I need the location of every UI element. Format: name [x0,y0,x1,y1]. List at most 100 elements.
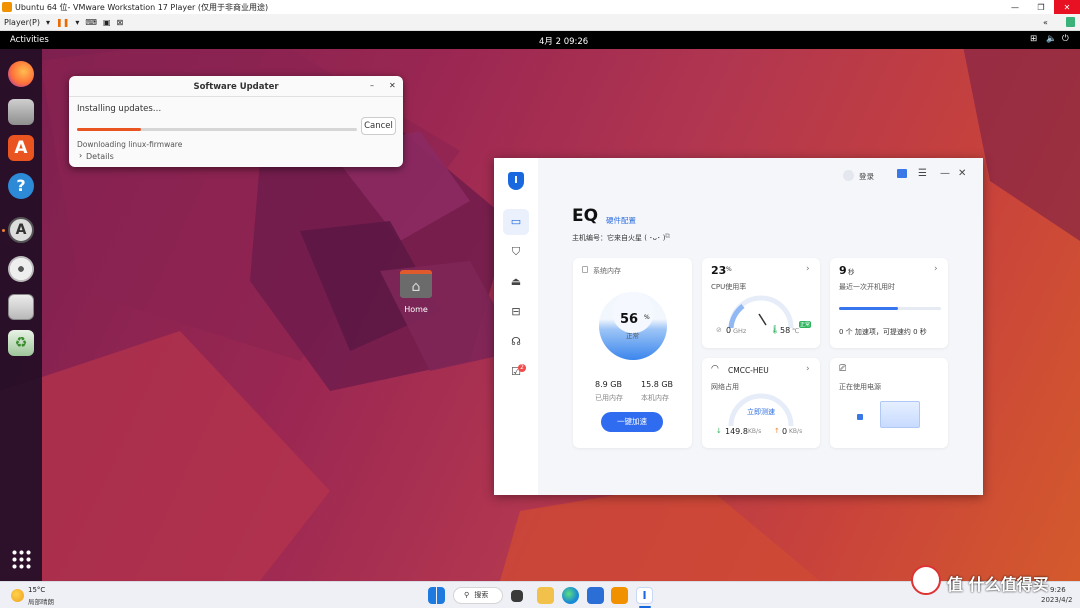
close-icon[interactable]: ✕ [389,81,396,90]
minimize-icon[interactable]: – [370,81,374,90]
power-icon[interactable]: ⏻ [1062,34,1069,44]
cpu-temp: 58 [780,326,791,335]
status-text: Installing updates… [77,104,162,114]
software-updater-icon[interactable]: A [8,217,34,243]
menu-icon[interactable]: ☰ [918,168,927,179]
minimize-button[interactable]: — [1002,0,1028,14]
temp-status-badge: 正常 [799,321,812,328]
nav-headset-icon[interactable]: ☊ [503,330,529,354]
nav-tasks-icon[interactable]: ☑ [503,360,529,384]
weather-icon[interactable] [11,589,24,602]
cancel-button[interactable]: Cancel [361,117,396,135]
login-link[interactable]: 登录 [859,171,874,182]
fit-guest-icon[interactable]: ▣ [103,18,111,27]
cpu-ghz-unit: GHz [733,327,747,335]
home-folder-icon[interactable]: ⌂ [400,270,432,298]
nav-monitor-icon[interactable]: ▭ [503,209,529,235]
disk-icon[interactable] [8,294,34,320]
library-icon[interactable] [1066,17,1075,27]
hardware-config-link[interactable]: 硬件配置 [606,215,636,226]
power-label: 正在使用电源 [839,383,881,391]
network-label: 网络占用 [711,383,739,391]
memory-icon [582,266,588,273]
memory-gauge: 56 % 正常 [599,292,667,360]
weather-temp[interactable]: 15°C [28,586,45,594]
send-ctrl-alt-del-icon[interactable]: ⌨ [85,18,97,27]
memory-label: 系统内存 [593,267,621,275]
store-icon[interactable] [587,587,604,604]
active-indicator [2,229,5,232]
vmware-title: Ubuntu 64 位- VMware Workstation 17 Playe… [15,2,269,12]
close-icon[interactable]: ✕ [958,168,966,179]
windows-start-icon[interactable] [428,587,445,604]
cpu-ghz: 0 [726,326,732,335]
unity-icon[interactable]: ⊠ [117,18,124,27]
files-icon[interactable] [8,99,34,125]
chevron-right-icon[interactable]: › [934,264,938,274]
cd-drive-icon[interactable] [8,256,34,282]
cpu-unit: % [726,266,732,273]
chevron-down-icon[interactable]: ▾ [75,18,79,27]
nav-shield-icon[interactable]: ⛉ [503,240,529,264]
memory-percent: 56 [620,312,639,327]
chevron-right-icon[interactable]: › [806,364,810,374]
eq-taskbar-icon[interactable]: I [636,587,653,604]
show-apps-icon[interactable] [11,549,31,569]
ubuntu-topbar: Activities 4月 2 09:26 ⊞ 🔈 ⏻ [0,31,1080,49]
used-memory-label: 已用内存 [595,394,623,402]
chevron-down-icon[interactable]: ▾ [46,18,50,27]
weather-text[interactable]: 局部晴朗 [28,596,54,606]
edge-icon[interactable] [562,587,579,604]
activities-button[interactable]: Activities [10,35,49,45]
taskbar-date[interactable]: 2023/4/2 [1041,596,1072,604]
nav-toolbox-icon[interactable]: ⊟ [503,300,529,324]
boot-label: 最近一次开机用时 [839,283,895,291]
upload-speed: 0 [782,427,788,436]
vmware-logo-icon [2,2,12,12]
avatar[interactable] [843,170,854,181]
cpu-gauge [728,295,794,329]
windows-taskbar: 15°C 局部晴朗 ⚲ 搜索 I 9:26 2023/4/2 值 什么值得买 [0,565,1080,608]
player-menu[interactable]: Player(P) [4,18,40,27]
progress-bar [77,128,357,131]
used-memory-value: 8.9 GB [595,380,622,389]
collapse-icon[interactable]: « [1043,18,1048,27]
boost-button[interactable]: 一键加速 [601,412,663,432]
clock-icon: ⊘ [716,326,722,334]
memory-card: 系统内存 56 % 正常 8.9 GB 已用内存 15.8 GB 本机内存 一键… [573,258,692,448]
clock[interactable]: 4月 2 09:26 [539,35,588,47]
volume-icon[interactable]: 🔈 [1046,34,1057,44]
upload-unit: KB/s [789,428,803,435]
close-button[interactable]: ✕ [1054,0,1080,14]
speed-test-button[interactable]: 立即测速 [747,407,775,417]
vmware-taskbar-icon[interactable] [611,587,628,604]
details-expander[interactable]: Details [86,152,114,161]
page-title: EQ [572,206,599,226]
copy-icon[interactable]: ⧉ [665,232,670,241]
cpu-card: 23 % › CPU使用率 ⊘ 0 GHz 🌡 58 ℃ 正常 [702,258,820,348]
maximize-button[interactable]: ❐ [1028,0,1054,14]
taskbar-search[interactable]: ⚲ 搜索 [453,587,503,604]
cpu-value: 23 [711,264,727,277]
cpu-temp-unit: ℃ [792,327,800,335]
taskbar-time[interactable]: 9:26 [1050,586,1066,594]
help-icon[interactable]: ? [8,173,34,199]
network-icon[interactable]: ⊞ [1030,34,1037,44]
chevron-right-icon[interactable]: › [79,151,82,160]
vmware-toolbar: Player(P) ▾ ❚❚ ▾ ⌨ ▣ ⊠ « [0,14,1080,31]
file-explorer-icon[interactable] [537,587,554,604]
gift-icon[interactable] [897,169,907,178]
eq-logo-icon: I [508,172,524,190]
app-center-icon[interactable]: A [8,135,34,161]
search-label: 搜索 [474,591,489,599]
task-view-icon[interactable] [511,590,523,602]
pause-icon[interactable]: ❚❚ [56,18,69,27]
nav-clean-icon[interactable]: ⏏ [503,270,529,294]
minimize-icon[interactable]: — [940,168,950,179]
trash-icon[interactable]: ♻ [8,330,34,356]
firefox-icon[interactable] [8,61,34,87]
power-illustration [880,401,920,428]
software-updater-dialog: Software Updater – ✕ Installing updates…… [69,76,403,167]
boot-progress-fill [839,307,899,310]
chevron-right-icon[interactable]: › [806,264,810,274]
